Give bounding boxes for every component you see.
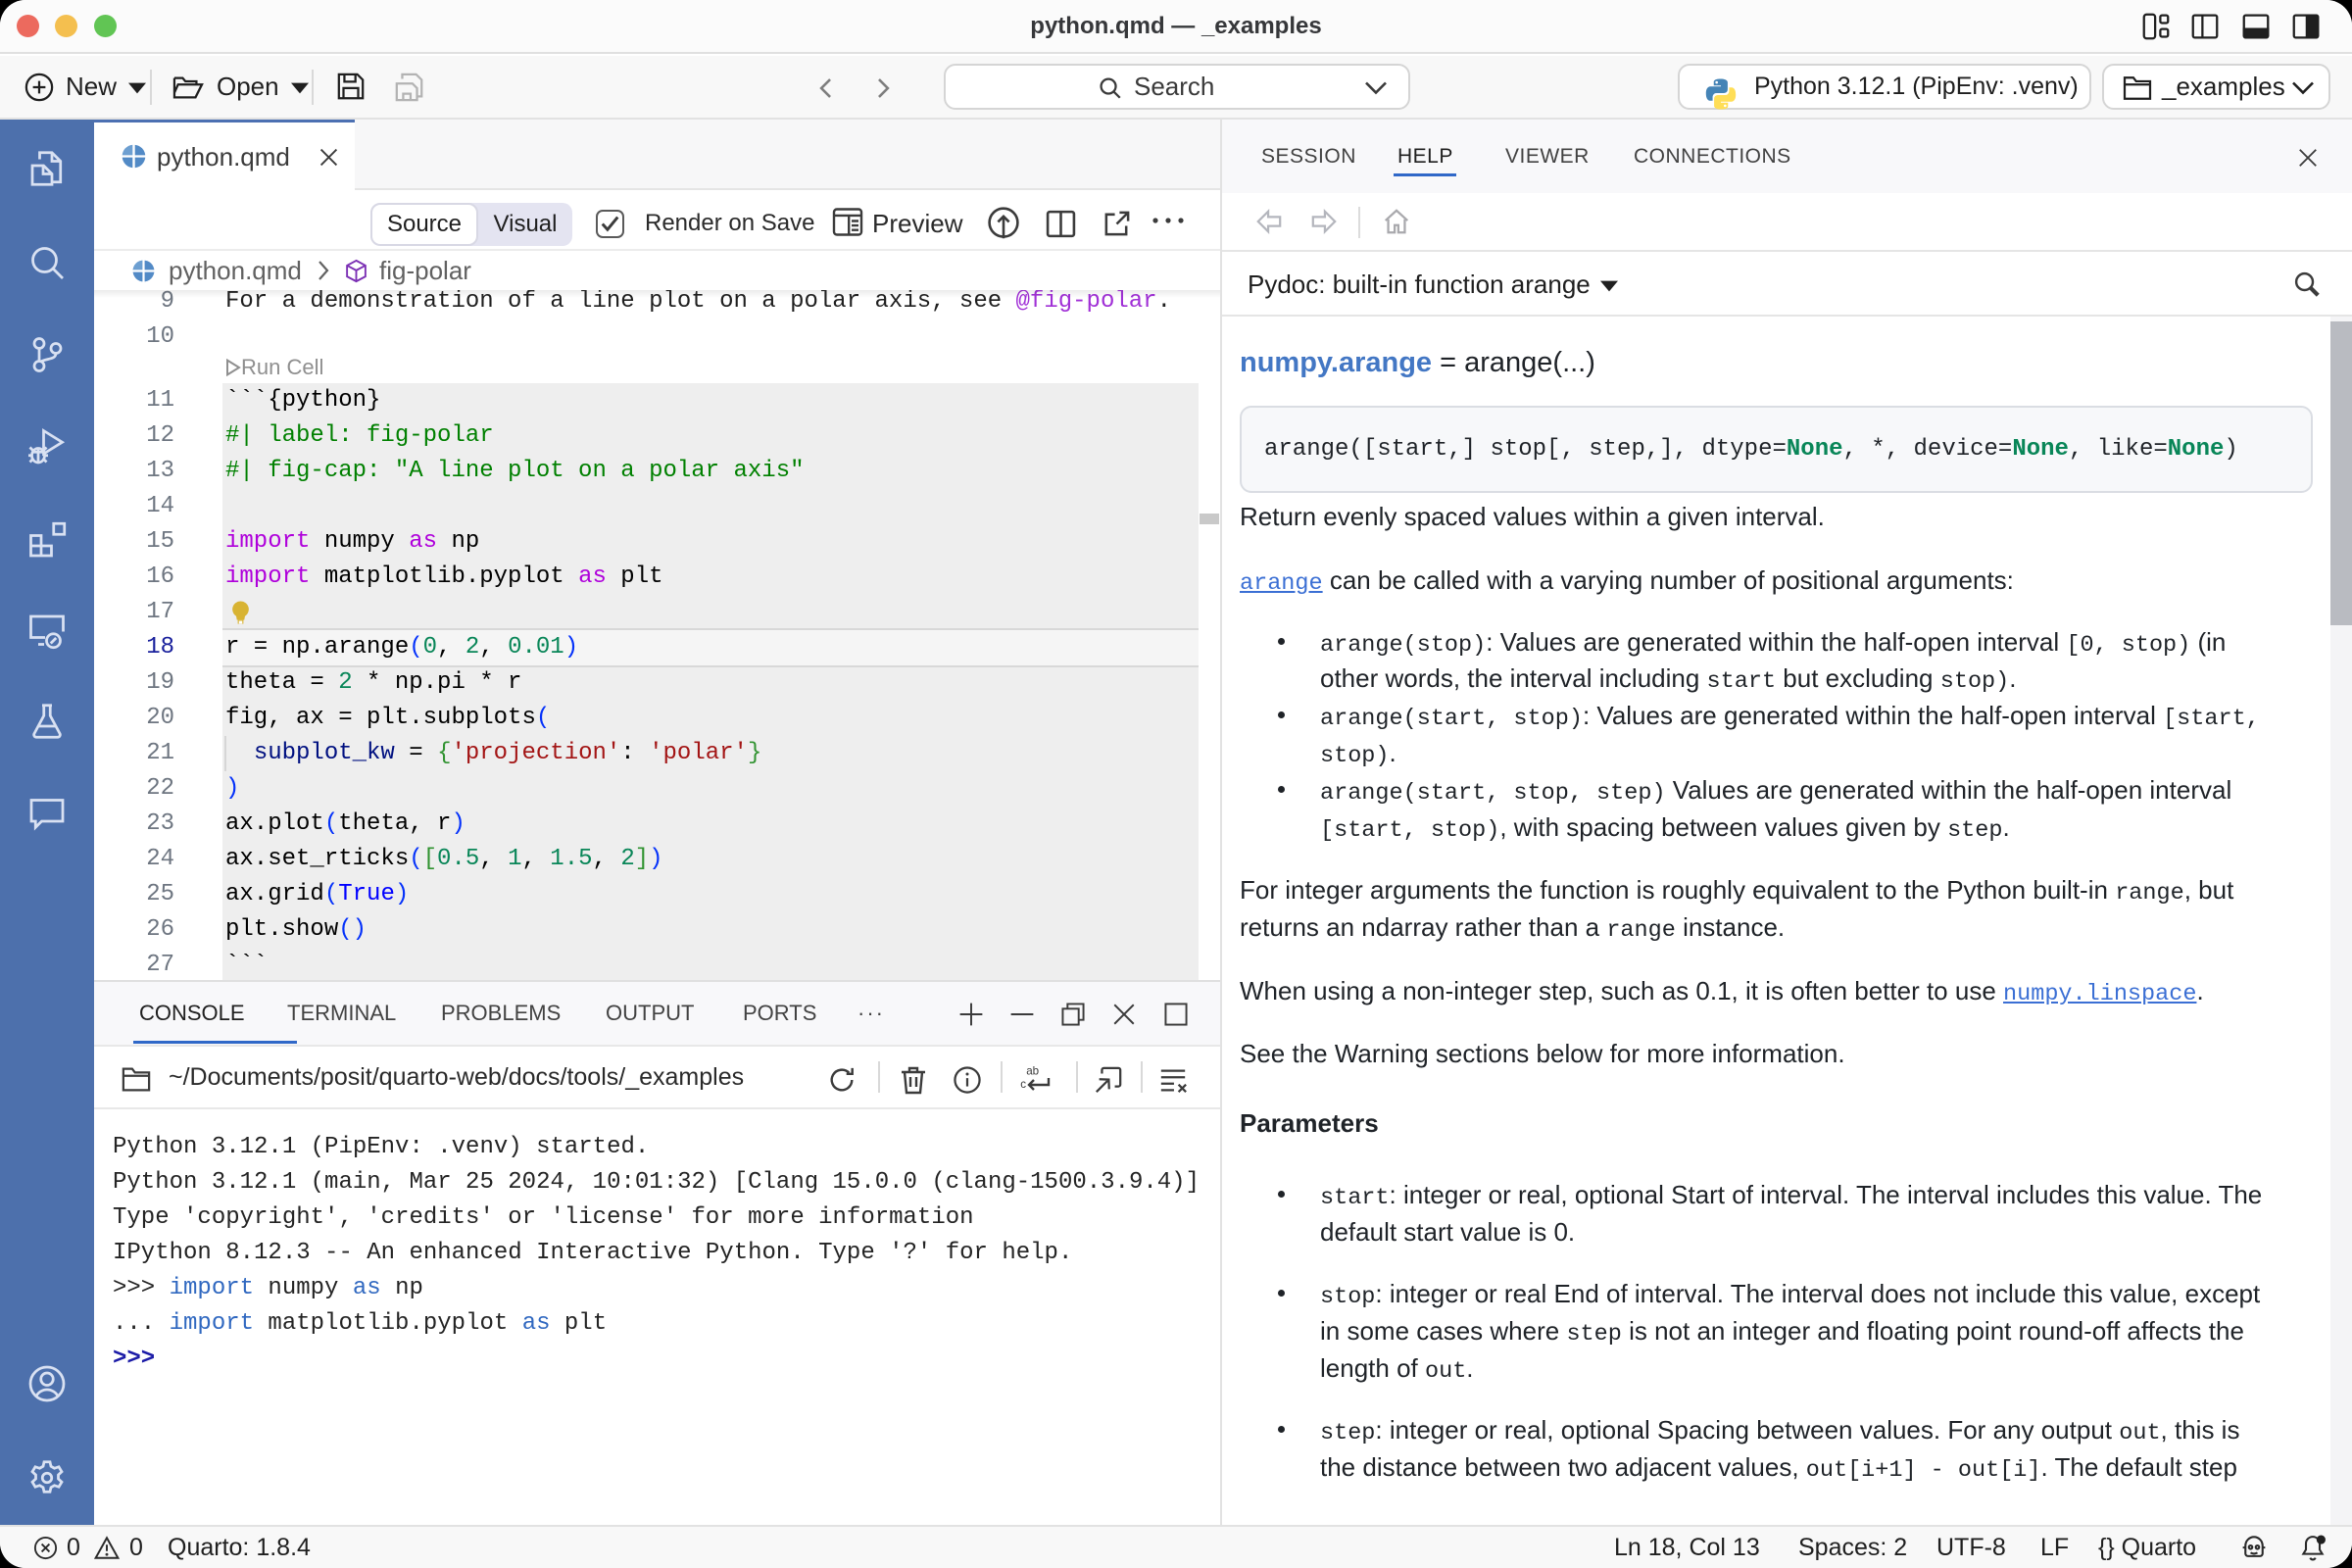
svg-text:c: c	[1020, 1078, 1026, 1091]
svg-text:ab: ab	[1026, 1065, 1039, 1078]
